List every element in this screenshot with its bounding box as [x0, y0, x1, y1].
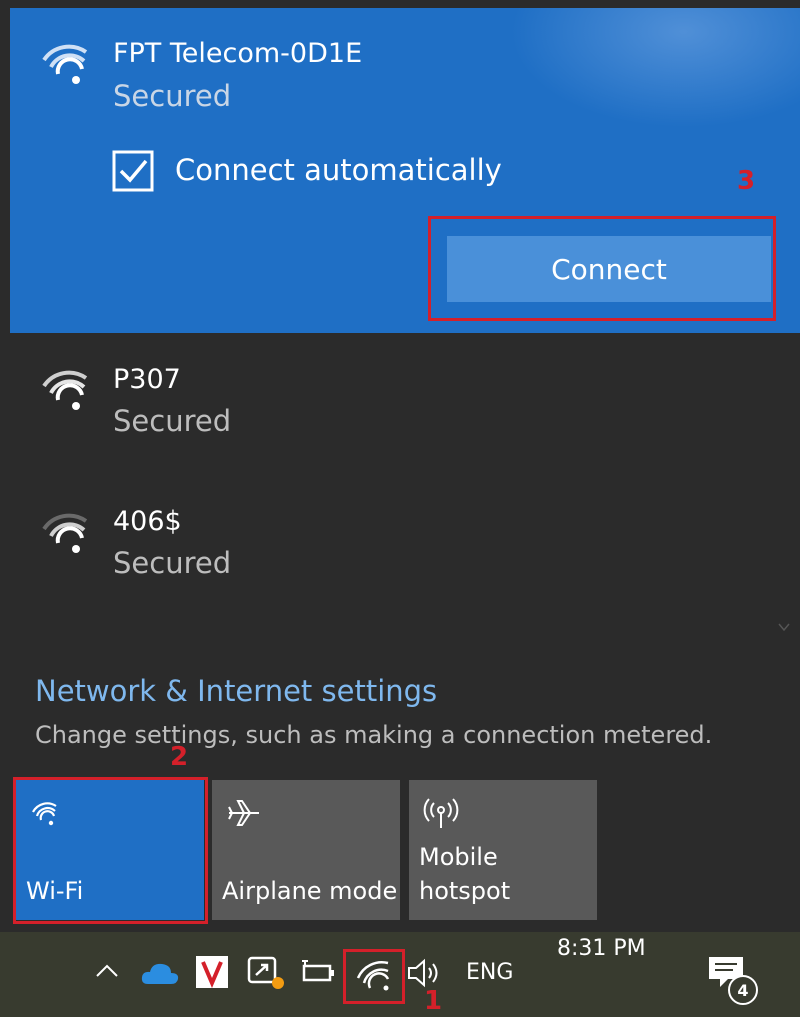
notification-count-badge: 4: [728, 975, 758, 1005]
network-settings-description: Change settings, such as making a connec…: [35, 721, 713, 749]
wifi-signal-icon: [42, 513, 88, 553]
network-flyout: FPT Telecom-0D1E Secured Connect automat…: [0, 0, 800, 932]
show-hidden-icons-chevron-icon[interactable]: [94, 962, 120, 980]
mobile-hotspot-tile[interactable]: Mobile hotspot: [409, 780, 597, 920]
network-settings-link[interactable]: Network & Internet settings: [35, 674, 437, 708]
annotation-label-1: 1: [424, 986, 443, 1016]
hotspot-label-line2: hotspot: [419, 877, 511, 905]
annotation-label-3: 3: [737, 166, 756, 196]
notification-count: 4: [737, 980, 749, 1000]
network-name: P307: [113, 364, 181, 395]
annotation-label-2: 2: [170, 742, 189, 772]
wifi-signal-icon: [42, 44, 88, 84]
connect-automatically-checkbox[interactable]: [112, 150, 154, 192]
network-status: Secured: [113, 404, 232, 438]
network-name: 406$: [113, 506, 182, 537]
screen-capture-icon[interactable]: [246, 955, 286, 991]
airplane-icon: [228, 800, 259, 826]
input-language-indicator[interactable]: ENG: [466, 960, 513, 985]
annotation-box-network: [343, 949, 405, 1004]
hotspot-icon: [423, 798, 459, 828]
airplane-mode-tile[interactable]: Airplane mode: [212, 780, 400, 920]
hotspot-label-line1: Mobile: [419, 843, 498, 871]
scroll-down-chevron-icon[interactable]: [778, 622, 790, 632]
battery-charging-icon[interactable]: [300, 958, 338, 986]
panel-glow: [510, 8, 800, 128]
hotspot-tile-label: Mobile hotspot: [419, 840, 510, 908]
volume-icon[interactable]: [406, 956, 442, 990]
action-center-button[interactable]: 4: [706, 953, 758, 1005]
network-status: Secured: [113, 546, 232, 580]
selected-network-name: FPT Telecom-0D1E: [113, 38, 363, 69]
selected-network-status: Secured: [113, 79, 232, 113]
annotation-box-connect: [428, 216, 776, 321]
connect-automatically-label[interactable]: Connect automatically: [175, 153, 502, 187]
airplane-tile-label: Airplane mode: [222, 877, 398, 905]
wifi-signal-icon: [42, 370, 88, 410]
annotation-box-wifi: [13, 777, 208, 924]
antivirus-icon[interactable]: [196, 956, 228, 989]
onedrive-icon[interactable]: [140, 960, 180, 986]
taskbar-clock[interactable]: 8:31 PM: [557, 936, 646, 961]
